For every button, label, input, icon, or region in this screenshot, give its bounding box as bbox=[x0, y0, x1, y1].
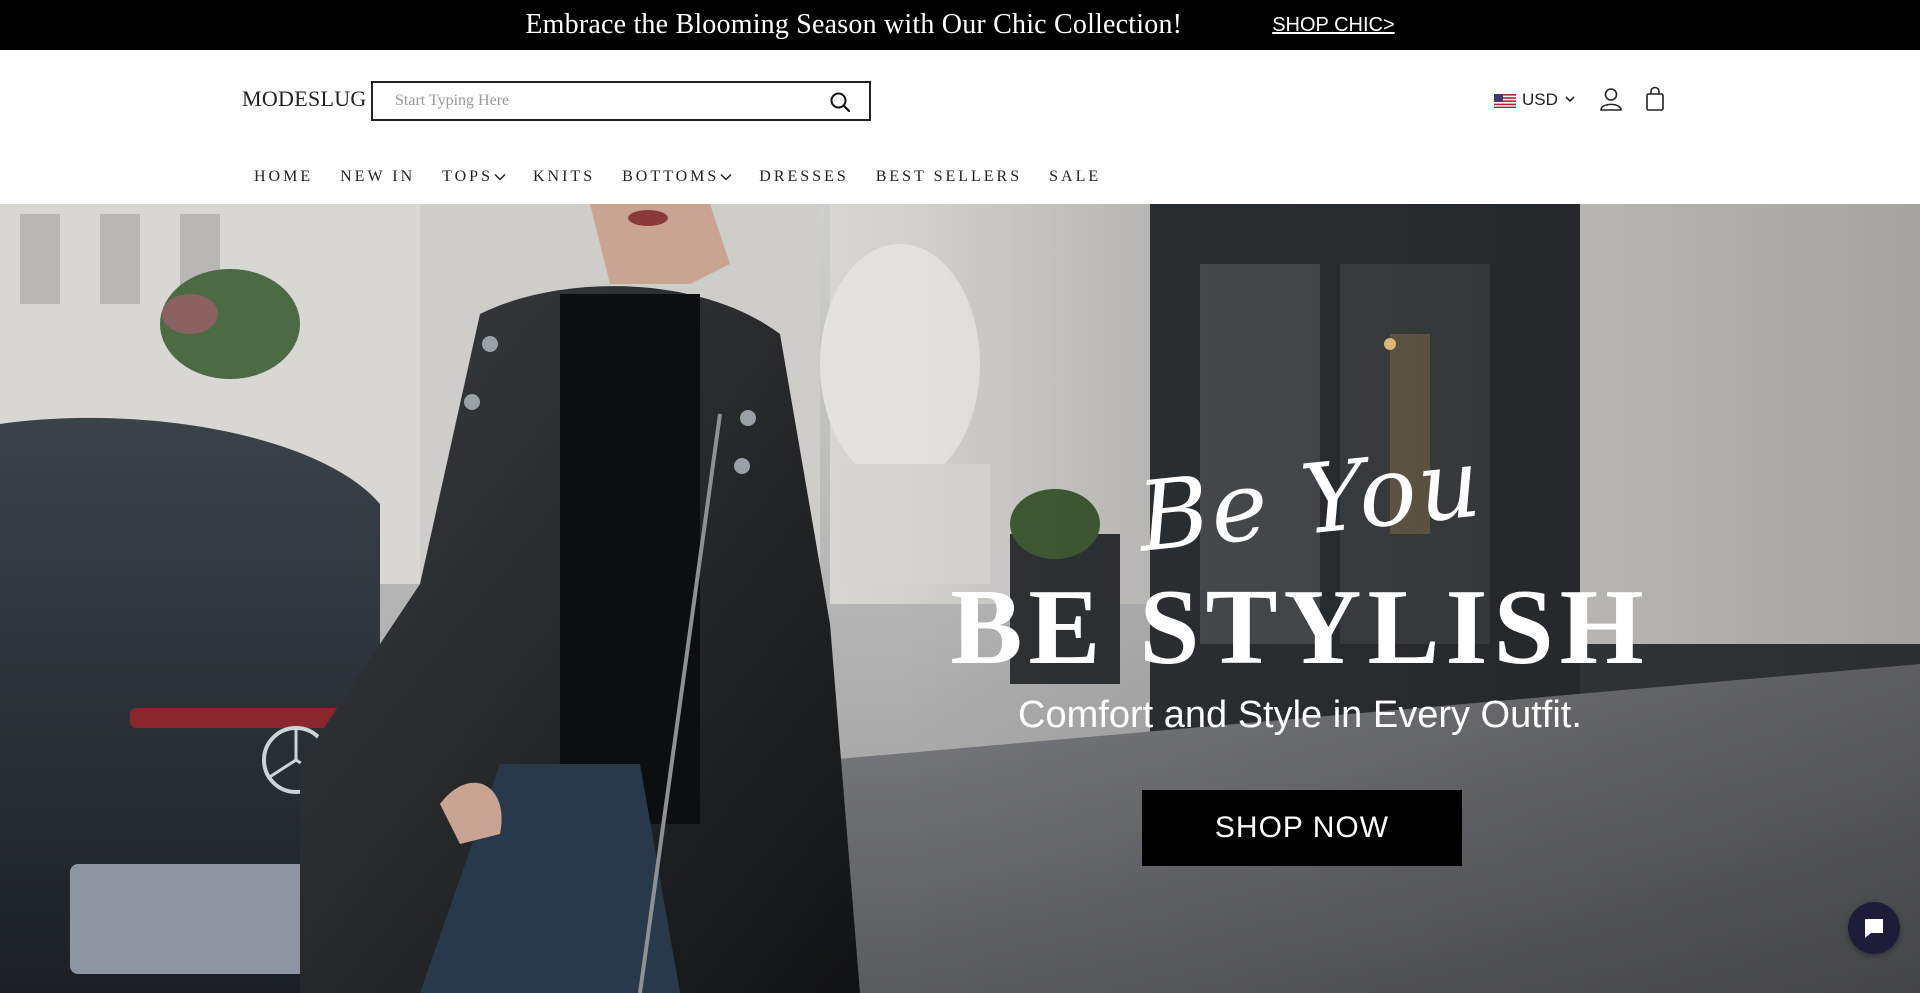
nav-item-label: TOPS bbox=[442, 168, 493, 185]
nav-item-bottoms[interactable]: BOTTOMS bbox=[622, 168, 732, 186]
shopping-bag-icon[interactable] bbox=[1642, 86, 1668, 112]
search-box bbox=[371, 81, 871, 121]
chat-button[interactable] bbox=[1848, 902, 1900, 954]
nav-item-home[interactable]: HOME bbox=[254, 168, 313, 186]
hero-subtitle: Comfort and Style in Every Outfit. bbox=[1018, 694, 1582, 736]
chevron-down-icon bbox=[494, 173, 506, 181]
search-input[interactable] bbox=[395, 83, 815, 119]
nav-item-label: DRESSES bbox=[759, 168, 849, 185]
nav-item-label: BOTTOMS bbox=[622, 168, 720, 185]
nav-item-knits[interactable]: KNITS bbox=[533, 168, 595, 186]
announcement-bar: Embrace the Blooming Season with Our Chi… bbox=[0, 0, 1920, 50]
announcement-text: Embrace the Blooming Season with Our Chi… bbox=[525, 9, 1183, 40]
user-icon[interactable] bbox=[1598, 86, 1624, 112]
hero-banner: Be You BE STYLISH Comfort and Style in E… bbox=[0, 204, 1920, 993]
chat-bubble-icon bbox=[1865, 919, 1883, 938]
nav-item-label: SALE bbox=[1049, 168, 1102, 185]
nav-item-sale[interactable]: SALE bbox=[1049, 168, 1101, 186]
shop-chic-link[interactable]: SHOP CHIC> bbox=[1272, 14, 1394, 37]
nav-item-label: HOME bbox=[254, 168, 314, 185]
nav-item-dresses[interactable]: DRESSES bbox=[759, 168, 848, 186]
site-header: MODESLUG USD HOME NEW bbox=[0, 50, 1920, 204]
chevron-down-icon bbox=[720, 173, 732, 181]
currency-selector[interactable]: USD bbox=[1494, 90, 1576, 110]
logo[interactable]: MODESLUG bbox=[242, 86, 367, 112]
main-nav: HOME NEW IN TOPS KNITS BOTTOMS DRESSES B… bbox=[254, 168, 1128, 186]
nav-item-label: NEW IN bbox=[340, 168, 416, 185]
hero-title: BE STYLISH bbox=[950, 568, 1650, 687]
shop-now-button[interactable]: SHOP NOW bbox=[1142, 790, 1462, 866]
search-icon[interactable] bbox=[829, 91, 851, 113]
nav-item-best-sellers[interactable]: BEST SELLERS bbox=[876, 168, 1022, 186]
us-flag-icon bbox=[1494, 93, 1516, 108]
nav-item-label: BEST SELLERS bbox=[875, 168, 1023, 185]
nav-item-label: KNITS bbox=[532, 168, 596, 185]
nav-item-tops[interactable]: TOPS bbox=[442, 168, 506, 186]
nav-item-new-in[interactable]: NEW IN bbox=[340, 168, 415, 186]
currency-label: USD bbox=[1522, 90, 1558, 109]
chevron-down-icon bbox=[1564, 90, 1576, 110]
